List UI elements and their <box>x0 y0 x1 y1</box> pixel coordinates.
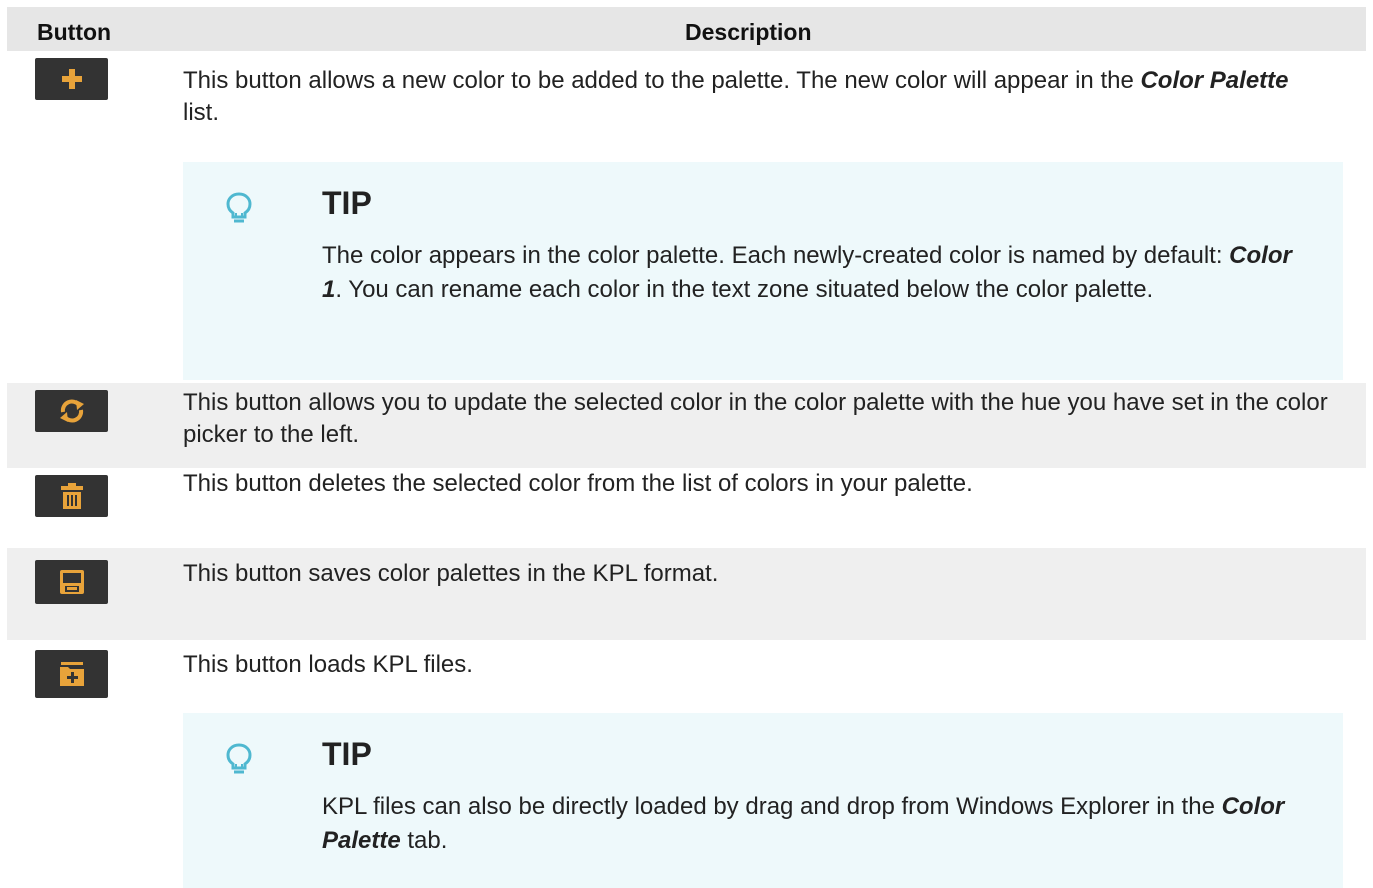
plus-icon <box>61 69 82 89</box>
lightbulb-icon <box>226 192 252 223</box>
delete-color-button[interactable] <box>35 475 108 517</box>
tip-body: The color appears in the color palette. … <box>322 242 1292 303</box>
save-palette-button[interactable] <box>35 560 108 604</box>
row-description: This button allows a new color to be add… <box>183 67 1289 126</box>
table-row: This button allows a new color to be add… <box>7 51 1366 383</box>
header-button-column: Button <box>37 19 112 45</box>
tip-box: TIP KPL files can also be directly loade… <box>183 713 1343 888</box>
trash-icon <box>60 483 83 509</box>
header-description-column: Description <box>685 19 812 45</box>
add-color-button[interactable] <box>35 58 108 100</box>
load-palette-button[interactable] <box>35 650 108 698</box>
table-row: This button deletes the selected color f… <box>7 468 1366 548</box>
folder-add-icon <box>59 662 84 686</box>
save-icon <box>59 570 84 594</box>
row-description: This button loads KPL files. <box>183 651 473 678</box>
tip-title: TIP <box>322 736 372 772</box>
table-header: Button Description <box>7 7 1366 51</box>
row-description: This button deletes the selected color f… <box>183 470 973 497</box>
tip-box: TIP The color appears in the color palet… <box>183 162 1343 380</box>
tip-body: KPL files can also be directly loaded by… <box>322 793 1285 854</box>
table-row: This button loads KPL files. TIP KPL fil… <box>7 640 1366 888</box>
lightbulb-icon <box>226 743 252 774</box>
update-color-button[interactable] <box>35 390 108 432</box>
table-row: This button saves color palettes in the … <box>7 548 1366 640</box>
table-row: This button allows you to update the sel… <box>7 383 1366 468</box>
row-description: This button saves color palettes in the … <box>183 560 719 587</box>
refresh-icon <box>59 399 84 423</box>
row-description: This button allows you to update the sel… <box>183 389 1328 448</box>
tip-title: TIP <box>322 185 372 221</box>
